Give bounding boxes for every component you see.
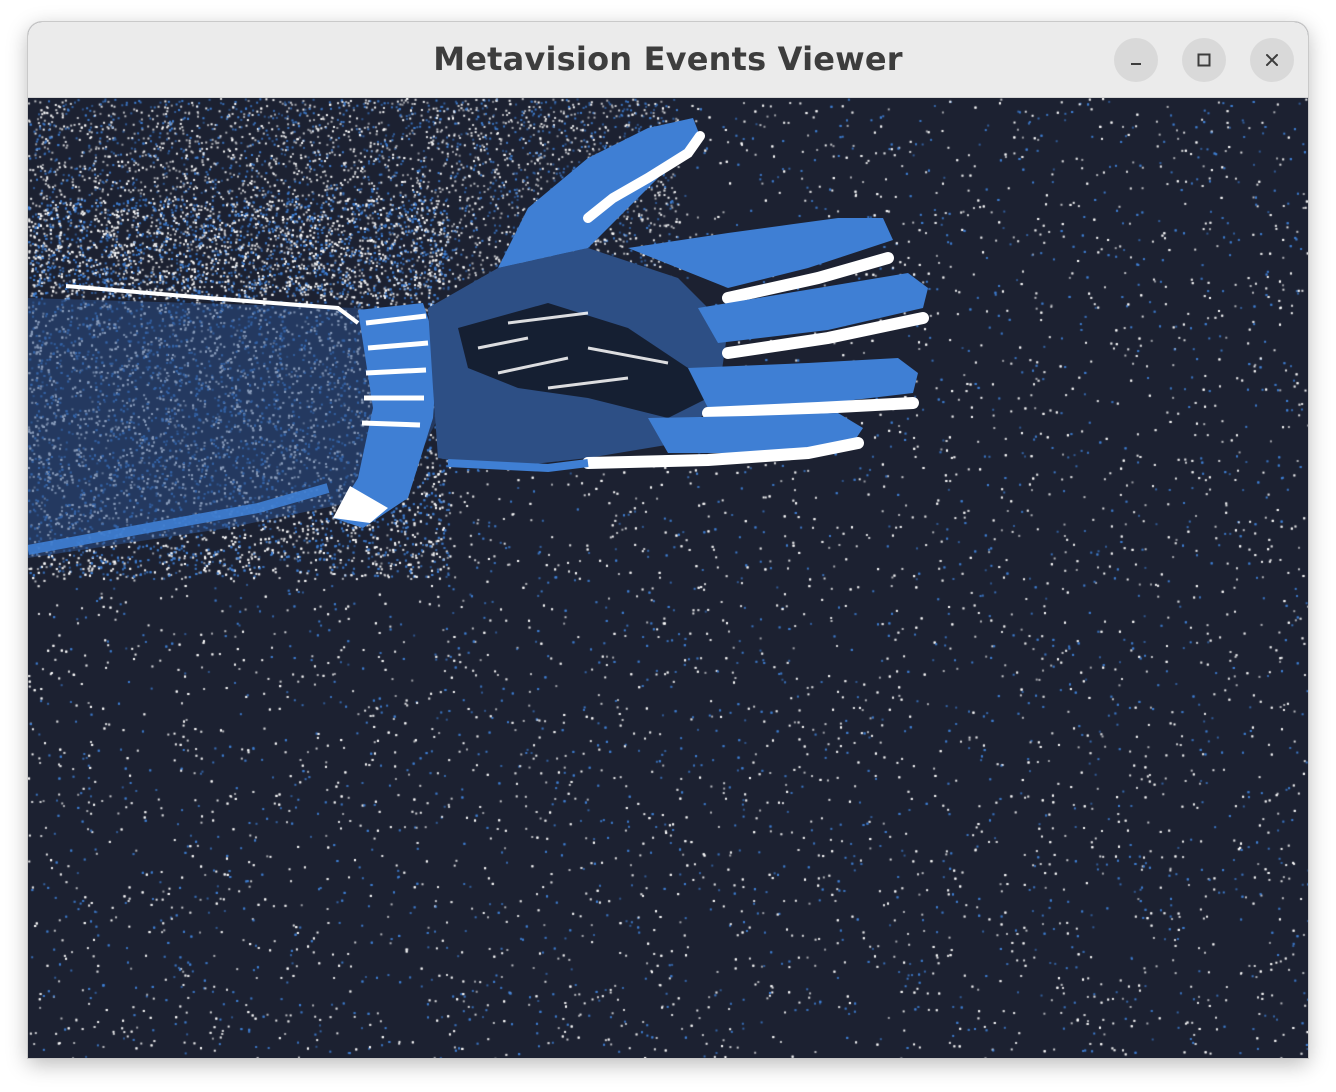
close-icon	[1266, 54, 1278, 66]
title-bar[interactable]: Metavision Events Viewer	[28, 22, 1308, 98]
app-window: Metavision Events Viewer	[28, 22, 1308, 1058]
hand-event-image	[28, 118, 929, 558]
close-button[interactable]	[1250, 38, 1294, 82]
minimize-button[interactable]	[1114, 38, 1158, 82]
minimize-icon	[1131, 63, 1141, 65]
maximize-icon	[1197, 53, 1211, 67]
event-frame-view	[28, 98, 1308, 1058]
maximize-button[interactable]	[1182, 38, 1226, 82]
